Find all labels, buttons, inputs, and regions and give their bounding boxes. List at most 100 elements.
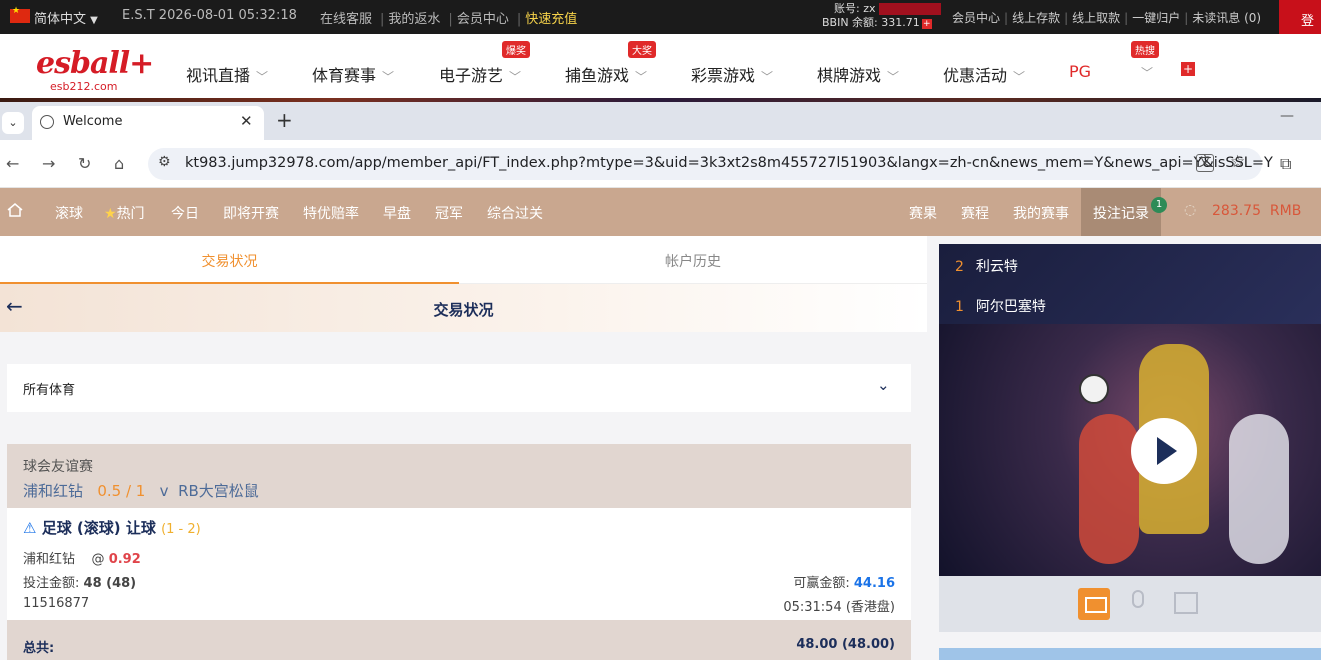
versus: v xyxy=(159,482,169,500)
menu-early[interactable]: 早盘 xyxy=(383,203,411,223)
selection-team: 浦和红钻 xyxy=(23,552,76,567)
translate-icon[interactable]: 文 xyxy=(1196,154,1214,172)
brand-logo[interactable]: esball+ xyxy=(36,46,154,81)
account-info: 账号: zx BBIN 余额: 331.71 + xyxy=(822,2,941,30)
total-label: 总共: xyxy=(23,641,55,656)
away-team: RB大宫松鼠 xyxy=(178,482,259,500)
live-video[interactable] xyxy=(939,324,1321,576)
menu-inplay[interactable]: 滚球 xyxy=(55,203,83,223)
link-deposit[interactable]: 线上存款 xyxy=(1012,11,1060,25)
nav-label: 电子游艺 xyxy=(439,66,504,85)
bet-score: (1 - 2) xyxy=(161,522,201,537)
back-arrow-icon[interactable]: ← xyxy=(6,154,19,173)
eye-off-icon[interactable]: ◌ xyxy=(1184,202,1196,218)
add-balance-icon[interactable]: + xyxy=(921,19,932,29)
chevron-down-icon: ﹀ xyxy=(382,70,395,84)
nav-label: 体育赛事 xyxy=(312,66,377,85)
menu-outright[interactable]: 冠军 xyxy=(435,203,463,223)
tab-search-icon[interactable]: ⌄ xyxy=(2,112,24,134)
forward-arrow-icon[interactable]: → xyxy=(42,154,55,173)
chevron-down-icon: ﹀ xyxy=(1013,70,1026,84)
clock: E.S.T 2026-08-01 05:32:18 xyxy=(122,8,297,23)
menu-bet-record[interactable]: 投注记录 1 xyxy=(1081,188,1167,236)
nav-promotions[interactable]: 优惠活动 ﹀ xyxy=(943,62,1025,86)
menu-upcoming[interactable]: 即将开赛 xyxy=(223,203,279,223)
sport-filter-value: 所有体育 xyxy=(23,383,76,398)
scoreboard: 2 利云特 1 阿尔巴塞特 xyxy=(939,244,1321,324)
swiss-flag-icon[interactable]: + xyxy=(1181,62,1195,76)
total-row: 总共: 48.00 (48.00) xyxy=(7,620,911,660)
chevron-down-icon: ﹀ xyxy=(761,70,774,84)
badge-hot: 热搜 xyxy=(1131,41,1159,58)
top-links: 在线客服 | 我的返水 | 会员中心 | 快速充值 xyxy=(320,12,578,27)
menu-today[interactable]: 今日 xyxy=(171,203,199,223)
score-rank: 2 xyxy=(955,259,964,275)
nav-hot-dropdown[interactable]: ﹀ xyxy=(1135,62,1153,81)
brand-domain: esb212.com xyxy=(50,80,118,93)
minimize-icon[interactable]: — xyxy=(1280,108,1294,124)
chevron-down-icon: ﹀ xyxy=(1141,66,1154,80)
login-button[interactable]: 登 xyxy=(1279,0,1321,34)
sport-filter-dropdown[interactable]: 所有体育 ⌄ xyxy=(7,364,911,412)
link-quick-recharge[interactable]: 快速充值 xyxy=(525,12,577,27)
chevron-down-icon: ﹀ xyxy=(509,70,522,84)
main-nav: esball+ esb212.com 视讯直播 ﹀ 体育赛事 ﹀ 爆奖 电子游艺 ﹀ … xyxy=(0,40,1321,100)
menu-hot[interactable]: ★热门 xyxy=(104,203,145,223)
link-rebate[interactable]: 我的返水 xyxy=(388,12,440,27)
bookmark-star-icon[interactable]: ☆ xyxy=(1230,152,1245,172)
court-icon[interactable] xyxy=(1174,592,1198,614)
link-withdraw[interactable]: 线上取款 xyxy=(1072,11,1120,25)
link-customer-service[interactable]: 在线客服 xyxy=(320,12,372,27)
close-icon[interactable]: ✕ xyxy=(240,112,253,130)
home-icon[interactable]: ⌂ xyxy=(114,154,124,173)
reload-icon[interactable]: ↻ xyxy=(78,154,91,173)
home-icon[interactable] xyxy=(7,202,23,218)
menu-results[interactable]: 赛果 xyxy=(909,203,937,223)
menu-my-events[interactable]: 我的赛事 xyxy=(1013,203,1069,223)
tab-account-history[interactable]: 帐户历史 xyxy=(459,236,927,284)
menu-schedule[interactable]: 赛程 xyxy=(961,203,989,223)
address-bar[interactable]: ⚙ kt983.jump32978.com/app/member_api/FT_… xyxy=(148,148,1273,180)
page-title: 交易状况 xyxy=(433,301,494,319)
nav-fishing[interactable]: 捕鱼游戏 ﹀ xyxy=(565,62,647,86)
menu-special-odds[interactable]: 特优赔率 xyxy=(303,203,359,223)
tv-icon[interactable] xyxy=(1078,588,1110,620)
win-line: 可赢金额: 44.16 xyxy=(793,572,895,591)
nav-sports[interactable]: 体育赛事 ﹀ xyxy=(312,62,394,86)
score-team: 阿尔巴塞特 xyxy=(975,299,1046,315)
extensions-icon[interactable]: ⧉ xyxy=(1280,154,1291,174)
globe-icon xyxy=(40,115,54,129)
badge-jackpot: 爆奖 xyxy=(502,41,530,58)
bet-time: 05:31:54 (香港盘) xyxy=(783,600,895,615)
link-member-center[interactable]: 会员中心 xyxy=(457,12,509,27)
nav-slots[interactable]: 电子游艺 ﹀ xyxy=(439,62,521,86)
balance-label: BBIN 余额: xyxy=(822,16,878,29)
play-icon[interactable] xyxy=(1131,418,1197,484)
nav-cards[interactable]: 棋牌游戏 ﹀ xyxy=(817,62,899,86)
menu-parlay[interactable]: 综合过关 xyxy=(487,203,543,223)
star-icon: ★ xyxy=(104,206,117,222)
url-text[interactable]: kt983.jump32978.com/app/member_api/FT_in… xyxy=(185,155,1273,171)
browser-tab[interactable]: Welcome ✕ xyxy=(32,106,264,140)
win-label: 可赢金额: xyxy=(793,576,850,591)
tab-transactions[interactable]: 交易状况 xyxy=(0,236,459,284)
account-label: 账号: zx xyxy=(834,2,876,15)
new-tab-icon[interactable]: + xyxy=(276,108,293,132)
link-member-center-2[interactable]: 会员中心 xyxy=(952,11,1000,25)
microphone-icon[interactable] xyxy=(1132,590,1144,608)
soccer-ball-icon xyxy=(1079,374,1109,404)
selection-line: 浦和红钻 @ 0.92 xyxy=(23,548,141,567)
nav-label: 优惠活动 xyxy=(943,66,1008,85)
link-messages[interactable]: 未读讯息 (0) xyxy=(1192,11,1261,25)
site-info-icon[interactable]: ⚙ xyxy=(158,154,171,170)
nav-pg[interactable]: PG xyxy=(1069,62,1091,81)
balance-currency: RMB xyxy=(1269,203,1302,219)
page-header: ← 交易状况 xyxy=(0,284,927,332)
bet-card-header: 球会友谊赛 浦和红钻 0.5 / 1 v RB大宫松鼠 xyxy=(7,444,911,508)
account-links: 会员中心 | 线上存款 | 线上取款 | 一键归户 | 未读讯息 (0) xyxy=(952,11,1262,25)
nav-live-casino[interactable]: 视讯直播 ﹀ xyxy=(186,62,268,86)
nav-lottery[interactable]: 彩票游戏 ﹀ xyxy=(691,62,773,86)
language-selector[interactable]: 简体中文 ▼ xyxy=(34,8,98,27)
total-value: 48.00 (48.00) xyxy=(796,637,895,652)
link-one-click[interactable]: 一键归户 xyxy=(1132,11,1180,25)
